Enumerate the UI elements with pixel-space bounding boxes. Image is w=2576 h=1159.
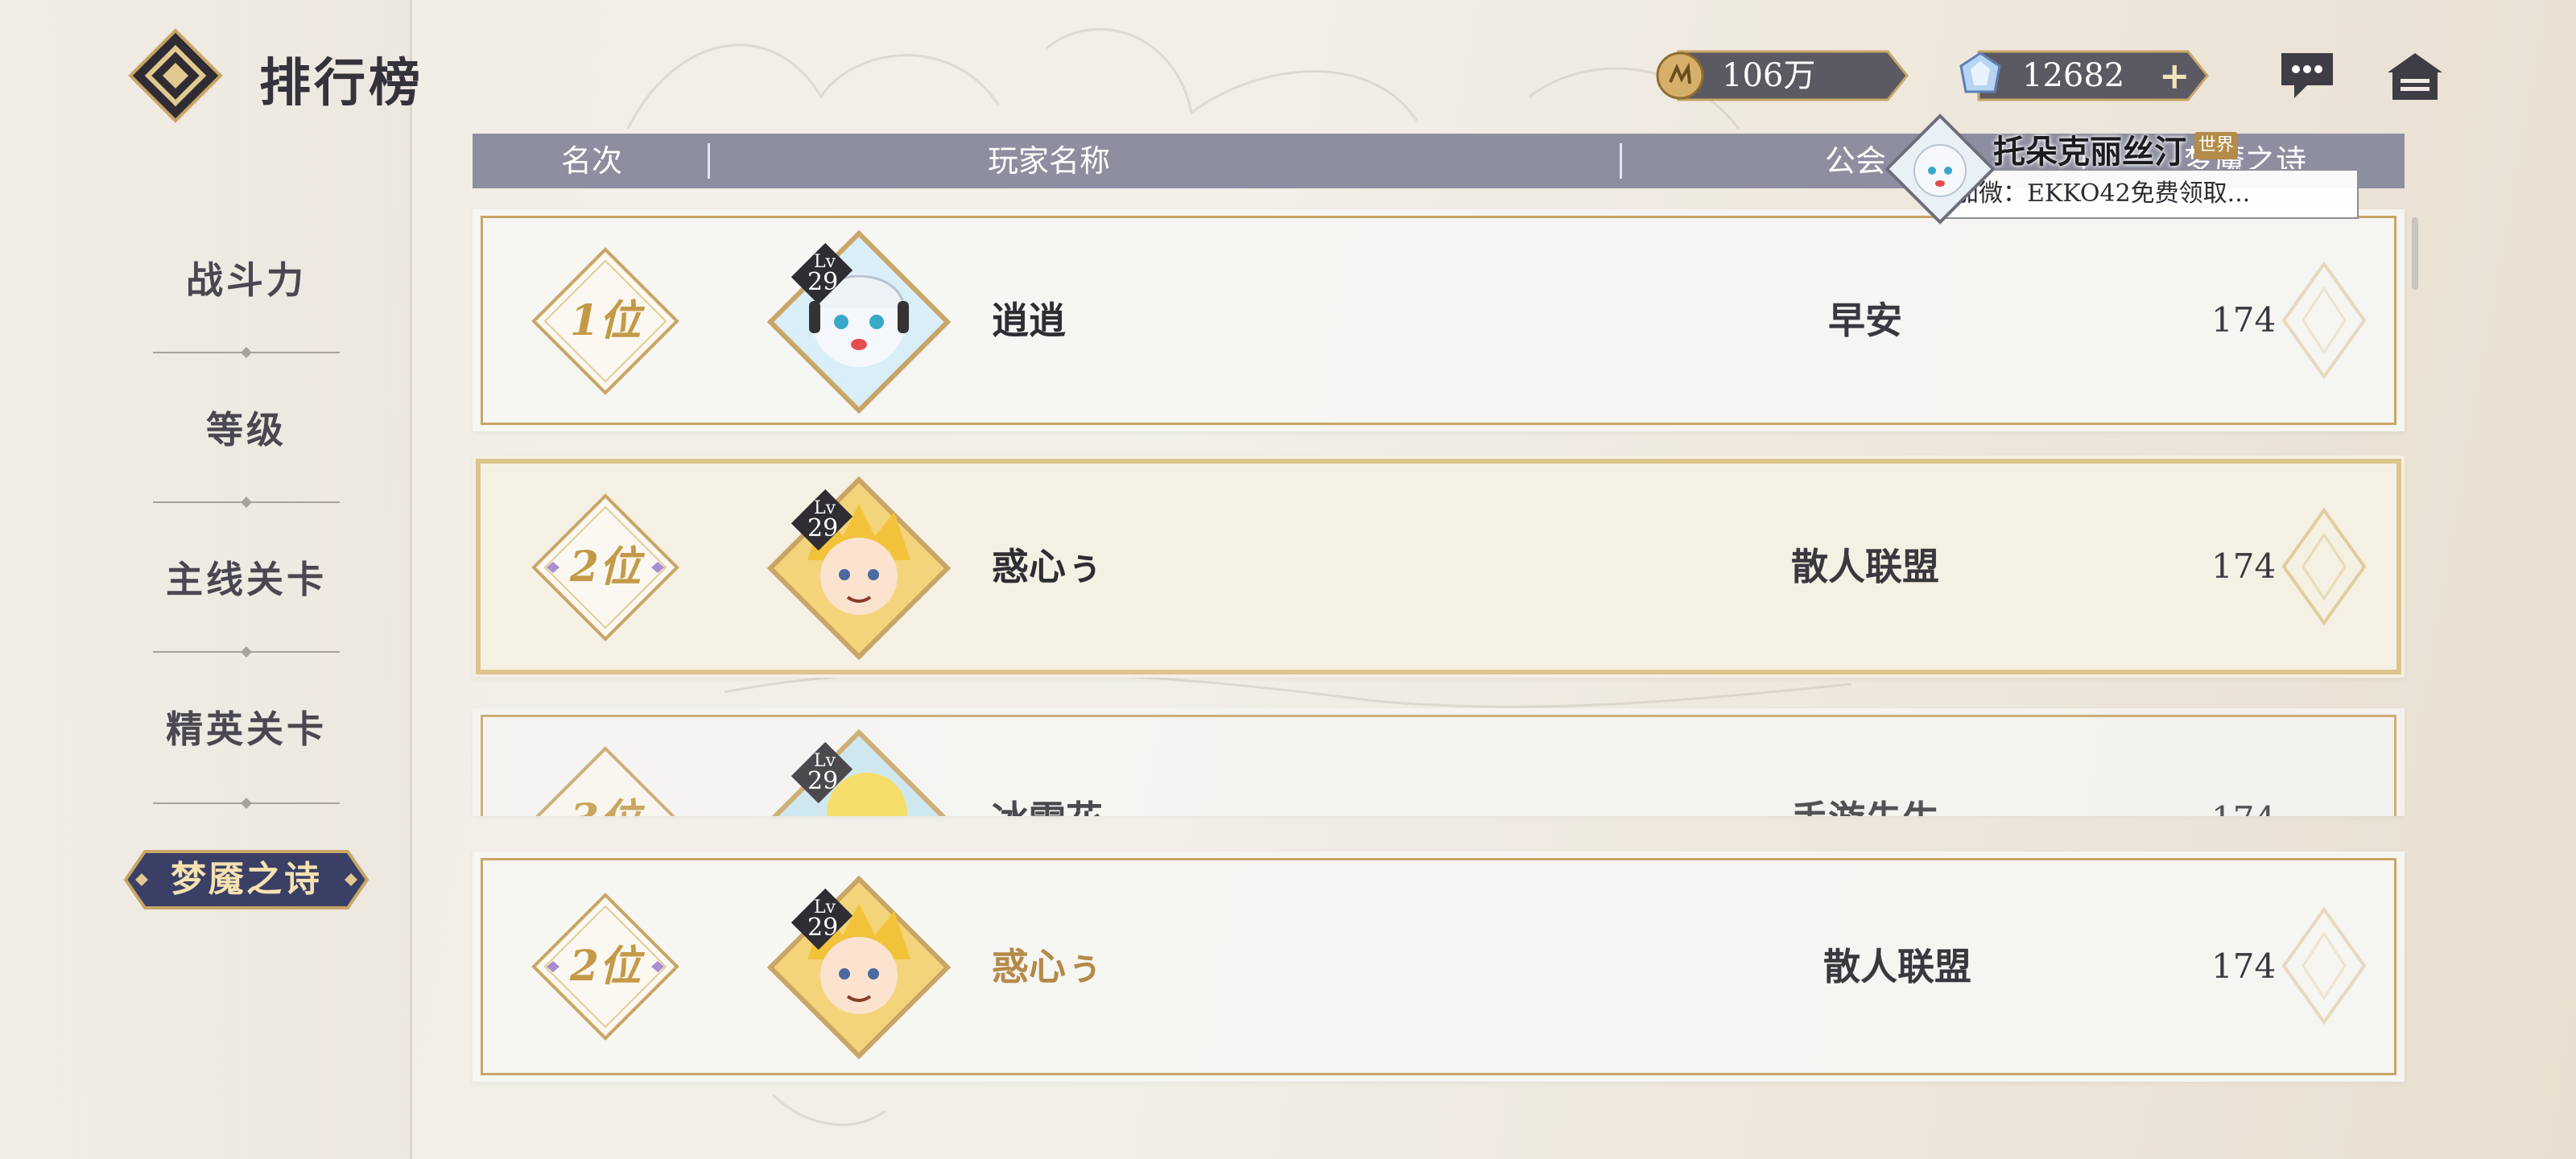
row-decoration-icon bbox=[2281, 906, 2367, 1025]
chat-notification[interactable]: 加微：EKKO42免费领取... 托朵克丽丝汀 世界 bbox=[1884, 113, 2367, 225]
player-avatar: Lv 29 bbox=[766, 476, 952, 661]
gold-currency: 106万 bbox=[1654, 50, 1909, 101]
sidebar-item-label: 梦魇之诗 bbox=[171, 859, 322, 900]
column-header-player: 玩家名称 bbox=[988, 143, 1111, 179]
score-value: 174 bbox=[2211, 300, 2277, 340]
table-row[interactable]: 2位 Lv 29 惑心ぅ 散人联盟 174 bbox=[473, 456, 2405, 678]
guild-name: 散人联盟 bbox=[1823, 945, 1971, 988]
rank-label: 2位 bbox=[569, 942, 646, 991]
nav-divider bbox=[153, 497, 340, 508]
sidebar-item-main-stage[interactable]: 主线关卡 bbox=[121, 551, 372, 604]
gem-amount: 12682 bbox=[2022, 57, 2125, 94]
nav-divider bbox=[153, 798, 340, 809]
level-value: 29 bbox=[807, 268, 838, 296]
rank-badge-icon: 2位 bbox=[531, 493, 679, 641]
sidebar-item-nightmare-poem[interactable]: 梦魇之诗 bbox=[121, 843, 372, 916]
gold-amount: 106万 bbox=[1722, 57, 1816, 94]
player-name: 冰雪花 bbox=[992, 708, 1103, 816]
level-value: 29 bbox=[807, 514, 838, 542]
notification-message: 加微：EKKO42免费领取... bbox=[1955, 179, 2251, 208]
sidebar-item-power[interactable]: 战斗力 bbox=[121, 251, 372, 304]
my-player-name: 惑心ぅ bbox=[992, 945, 1103, 988]
rank-badge-icon: 3位 bbox=[535, 746, 675, 816]
guild-name: 散人联盟 bbox=[1791, 545, 1939, 588]
player-avatar: Lv 29 bbox=[766, 229, 952, 415]
row-decoration-icon bbox=[2281, 261, 2367, 380]
column-header-guild: 公会 bbox=[1825, 143, 1887, 179]
table-row[interactable]: 3位 Lv 29 冰雪花 手游先生 174 bbox=[473, 708, 2405, 816]
guild-name: 手游先生 bbox=[1704, 708, 2026, 816]
player-avatar: Lv 29 bbox=[771, 728, 947, 816]
sidebar: 战斗力 等级 主线关卡 精英关卡 梦魇之诗 bbox=[0, 0, 412, 1159]
score-value: 174 bbox=[2211, 708, 2276, 816]
notification-card: 加微：EKKO42免费领取... bbox=[1940, 169, 2359, 219]
notification-sender: 托朵克丽丝汀 bbox=[1993, 133, 2186, 171]
channel-badge: 世界 bbox=[2194, 132, 2238, 159]
rank-badge-icon: 2位 bbox=[531, 893, 679, 1041]
rank-label: 2位 bbox=[569, 542, 646, 592]
score-value: 174 bbox=[2211, 547, 2277, 586]
column-divider bbox=[708, 143, 710, 179]
level-value: 29 bbox=[807, 914, 838, 942]
player-name: 惑心ぅ bbox=[992, 545, 1103, 588]
rank-label: 1位 bbox=[570, 296, 646, 345]
rank-badge-icon: 1位 bbox=[531, 247, 679, 395]
table-row[interactable]: 1位 Lv 29 逍逍 早安 174 bbox=[473, 209, 2405, 431]
page-title: 排行榜 bbox=[259, 53, 423, 113]
score-value: 174 bbox=[2211, 947, 2277, 986]
chat-icon[interactable] bbox=[2275, 48, 2339, 105]
level-value: 29 bbox=[807, 767, 838, 795]
nav-divider bbox=[153, 347, 340, 358]
column-header-rank: 名次 bbox=[561, 143, 623, 179]
column-divider bbox=[1620, 143, 1622, 179]
home-icon[interactable] bbox=[2383, 48, 2447, 105]
row-decoration-icon bbox=[2281, 507, 2367, 626]
scrollbar[interactable] bbox=[2412, 217, 2418, 290]
gem-currency: 12682 + bbox=[1955, 50, 2209, 101]
guild-name: 早安 bbox=[1828, 299, 1902, 342]
ranking-logo-icon bbox=[128, 28, 223, 123]
nav-divider bbox=[153, 646, 340, 658]
sender-avatar bbox=[1885, 113, 1996, 225]
player-name: 逍逍 bbox=[992, 299, 1066, 342]
player-avatar: Lv 29 bbox=[766, 875, 952, 1060]
rank-label: 3位 bbox=[570, 795, 646, 816]
sidebar-item-level[interactable]: 等级 bbox=[121, 401, 372, 454]
add-gems-button[interactable]: + bbox=[2159, 50, 2190, 101]
sidebar-item-elite-stage[interactable]: 精英关卡 bbox=[121, 700, 372, 753]
my-rank-row[interactable]: 2位 Lv 29 惑心ぅ 散人联盟 174 bbox=[473, 852, 2405, 1082]
